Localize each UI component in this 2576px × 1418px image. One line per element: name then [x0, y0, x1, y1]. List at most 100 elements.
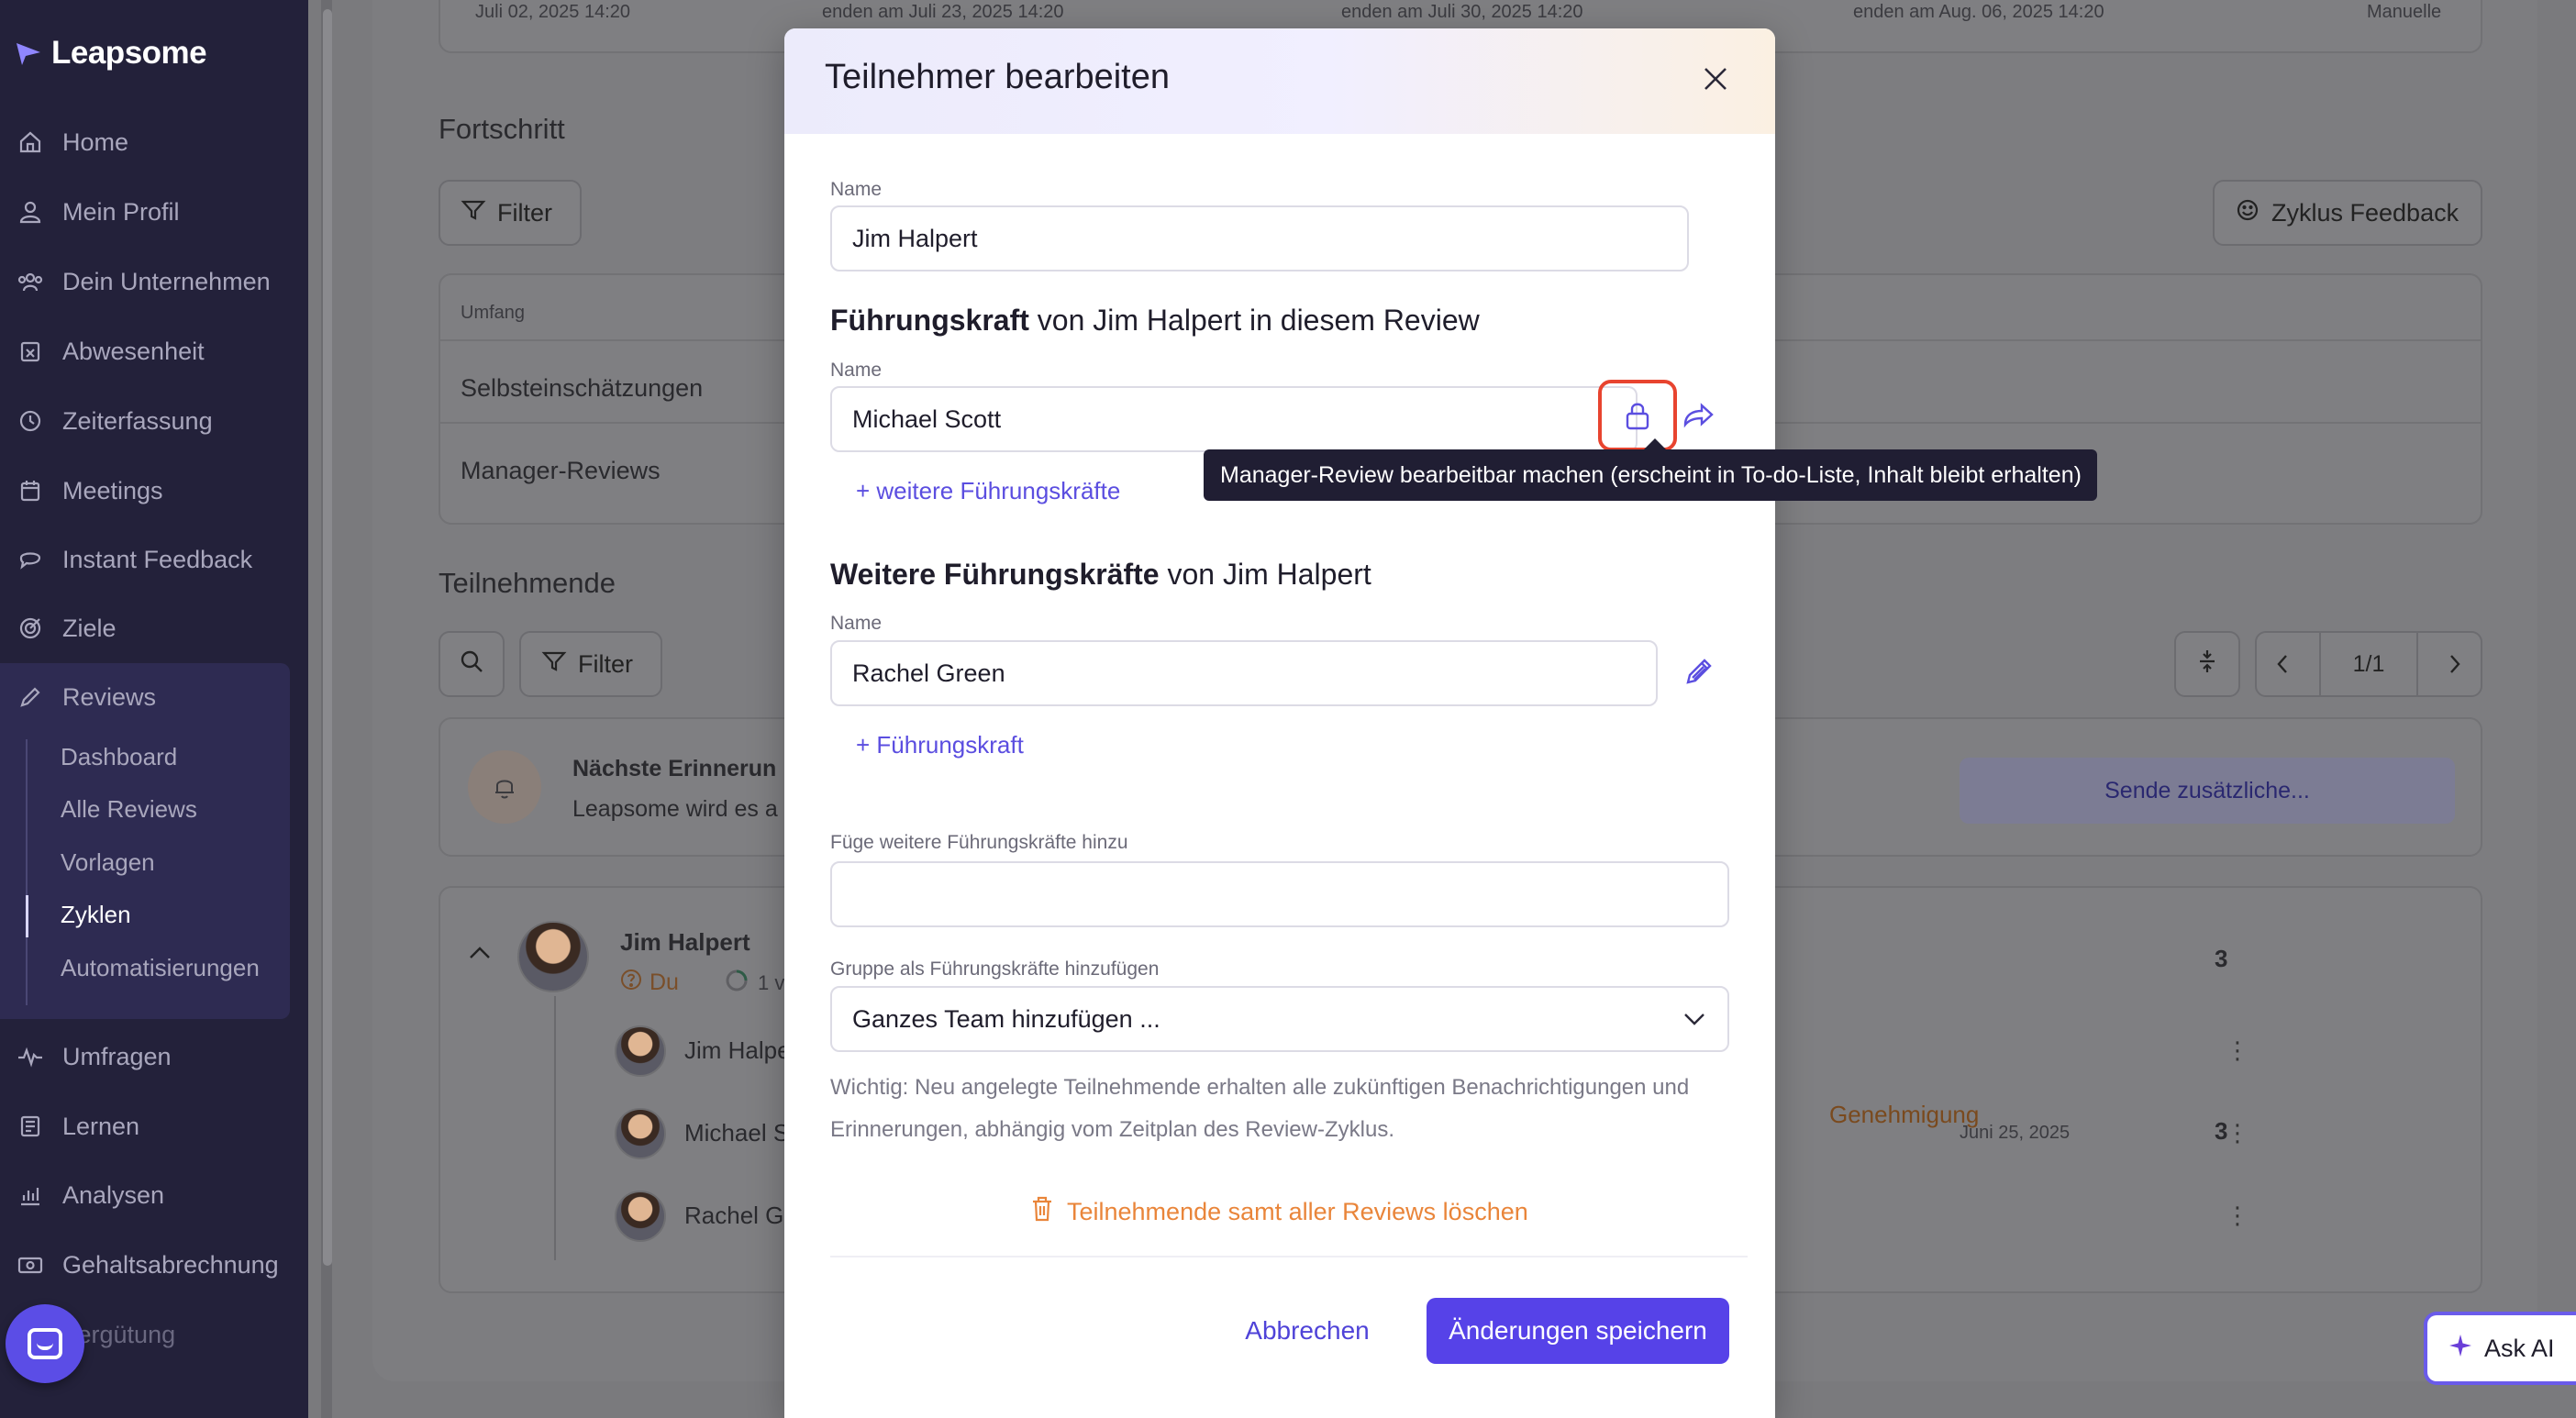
- section-title-rest: von Jim Halpert in diesem Review: [1028, 304, 1480, 337]
- sidebar-item-time-tracking[interactable]: Zeiterfassung: [0, 393, 308, 449]
- delete-participant-link[interactable]: Teilnehmende samt aller Reviews löschen: [1030, 1195, 1528, 1229]
- sidebar-item-label: Zeiterfassung: [62, 406, 213, 435]
- expand-vertical-icon: [2196, 648, 2218, 681]
- sidebar-item-payroll[interactable]: Gehaltsabrechnung: [0, 1237, 308, 1292]
- cycle-feedback-button[interactable]: Zyklus Feedback: [2213, 180, 2482, 246]
- role-badge: Du: [620, 969, 679, 997]
- further-manager-name-field[interactable]: Rachel Green: [830, 640, 1658, 706]
- dialog-header: Teilnehmer bearbeiten: [784, 28, 1775, 134]
- section-title-rest: von Jim Halpert: [1159, 558, 1371, 591]
- participant-name: Jim Halpert: [620, 928, 750, 956]
- pulse-icon: [17, 1043, 44, 1070]
- progress-title: Fortschritt: [439, 113, 565, 145]
- sidebar-item-label: Mein Profil: [62, 197, 180, 226]
- further-manager-name-value: Rachel Green: [852, 659, 1005, 687]
- row-menu-icon[interactable]: ⋮: [2226, 1202, 2249, 1230]
- add-managers-input[interactable]: [830, 861, 1729, 927]
- sidebar-item-label: Home: [62, 127, 129, 156]
- filter-icon: [461, 197, 486, 229]
- search-icon: [459, 648, 484, 681]
- manager-section-title: Führungskraft von Jim Halpert in diesem …: [830, 304, 1480, 338]
- target-icon: [17, 615, 44, 642]
- sidebar-subitem-cycles[interactable]: Zyklen: [61, 901, 131, 929]
- reminder-text: Leapsome wird es a: [572, 796, 778, 822]
- submenu-line: [26, 739, 28, 1005]
- leapsome-logo-icon: [15, 39, 42, 67]
- sidebar-item-profile[interactable]: Mein Profil: [0, 184, 308, 239]
- dialog-title: Teilnehmer bearbeiten: [825, 58, 1171, 96]
- sidebar-item-label: Gehaltsabrechnung: [62, 1250, 279, 1279]
- manager-name-label: Name: [830, 360, 883, 381]
- sidebar-item-goals[interactable]: Ziele: [0, 601, 308, 656]
- sidebar: Leapsome Home Mein Profil Dein Unternehm…: [0, 0, 308, 1418]
- close-icon: [1702, 65, 1729, 97]
- tooltip-text: Manager-Review bearbeitbar machen (ersch…: [1220, 461, 2082, 488]
- ask-ai-button[interactable]: Ask AI: [2424, 1312, 2576, 1385]
- save-button[interactable]: Änderungen speichern: [1427, 1298, 1729, 1364]
- sidebar-item-reviews[interactable]: Reviews: [0, 670, 308, 725]
- bell-icon: [468, 750, 541, 824]
- progress-ring-icon: [725, 969, 749, 998]
- add-manager-link[interactable]: + Führungskraft: [856, 731, 1024, 759]
- add-more-managers-link[interactable]: + weitere Führungskräfte: [856, 477, 1120, 505]
- sidebar-item-analytics[interactable]: Analysen: [0, 1168, 308, 1223]
- sidebar-subitem-dashboard[interactable]: Dashboard: [61, 743, 177, 771]
- row-menu-icon[interactable]: ⋮: [2226, 1119, 2249, 1147]
- trash-icon: [1030, 1195, 1054, 1229]
- cancel-button[interactable]: Abbrechen: [1234, 1298, 1381, 1364]
- name-label: Name: [830, 179, 883, 200]
- sidebar-item-instant-feedback[interactable]: Instant Feedback: [0, 532, 308, 587]
- sidebar-subitem-all-reviews[interactable]: Alle Reviews: [61, 795, 197, 824]
- progress-filter-button[interactable]: Filter: [439, 180, 582, 246]
- group-select[interactable]: Ganzes Team hinzufügen ...: [830, 986, 1729, 1052]
- brand-logo[interactable]: Leapsome: [15, 35, 207, 72]
- sidebar-item-company[interactable]: Dein Unternehmen: [0, 254, 308, 309]
- question-icon: [620, 969, 642, 997]
- edit-manager-button[interactable]: [1674, 648, 1724, 698]
- pencil-icon: [1683, 656, 1715, 692]
- filter-label: Filter: [578, 649, 633, 678]
- search-button[interactable]: [439, 631, 505, 697]
- chevron-up-icon[interactable]: [468, 945, 492, 966]
- close-button[interactable]: [1693, 58, 1738, 104]
- home-icon: [17, 128, 44, 156]
- participants-filter-button[interactable]: Filter: [519, 631, 662, 697]
- sidebar-item-absence[interactable]: Abwesenheit: [0, 324, 308, 379]
- send-more-button[interactable]: Sende zusätzliche...: [1960, 758, 2455, 824]
- prev-page-button[interactable]: [2257, 652, 2308, 676]
- avatar: [615, 1191, 666, 1242]
- sidebar-item-meetings[interactable]: Meetings: [0, 463, 308, 518]
- chart-icon: [17, 1181, 44, 1209]
- participant-name-field[interactable]: Jim Halpert: [830, 205, 1689, 271]
- sidebar-item-home[interactable]: Home: [0, 115, 308, 170]
- group-label: Gruppe als Führungskräfte hinzufügen: [830, 958, 1160, 980]
- sidebar-item-label: Instant Feedback: [62, 545, 253, 573]
- avatar: [517, 921, 589, 992]
- chat-icon: [17, 546, 44, 573]
- sparkle-icon: [2448, 1333, 2473, 1365]
- row-menu-icon[interactable]: ⋮: [2226, 1036, 2249, 1065]
- submenu-active-marker: [26, 895, 28, 937]
- sub-row-status: Genehmigung: [1829, 1101, 1980, 1128]
- page-scrollbar-thumb[interactable]: [323, 9, 332, 1266]
- support-chat-button[interactable]: [6, 1304, 84, 1383]
- clock-icon: [17, 407, 44, 435]
- unlock-tooltip: Manager-Review bearbeitbar machen (ersch…: [1204, 438, 2097, 501]
- ask-ai-label: Ask AI: [2484, 1334, 2555, 1362]
- participants-title: Teilnehmende: [439, 567, 616, 599]
- manager-name-field[interactable]: Michael Scott: [830, 386, 1638, 452]
- table-row: Selbsteinschätzungen: [461, 374, 704, 402]
- avatar: [615, 1108, 666, 1159]
- sidebar-item-surveys[interactable]: Umfragen: [0, 1029, 308, 1084]
- next-page-button[interactable]: [2429, 652, 2481, 676]
- sidebar-subitem-templates[interactable]: Vorlagen: [61, 848, 155, 877]
- reassign-manager-button[interactable]: [1678, 397, 1718, 438]
- section-title-bold: Führungskraft: [830, 304, 1029, 337]
- sidebar-item-learning[interactable]: Lernen: [0, 1099, 308, 1154]
- book-icon: [17, 1113, 44, 1140]
- calendar-icon: [17, 477, 44, 504]
- further-manager-name-label: Name: [830, 613, 883, 634]
- brand-name: Leapsome: [51, 35, 207, 71]
- sidebar-subitem-automations[interactable]: Automatisierungen: [61, 954, 260, 982]
- expand-collapse-button[interactable]: [2174, 631, 2240, 697]
